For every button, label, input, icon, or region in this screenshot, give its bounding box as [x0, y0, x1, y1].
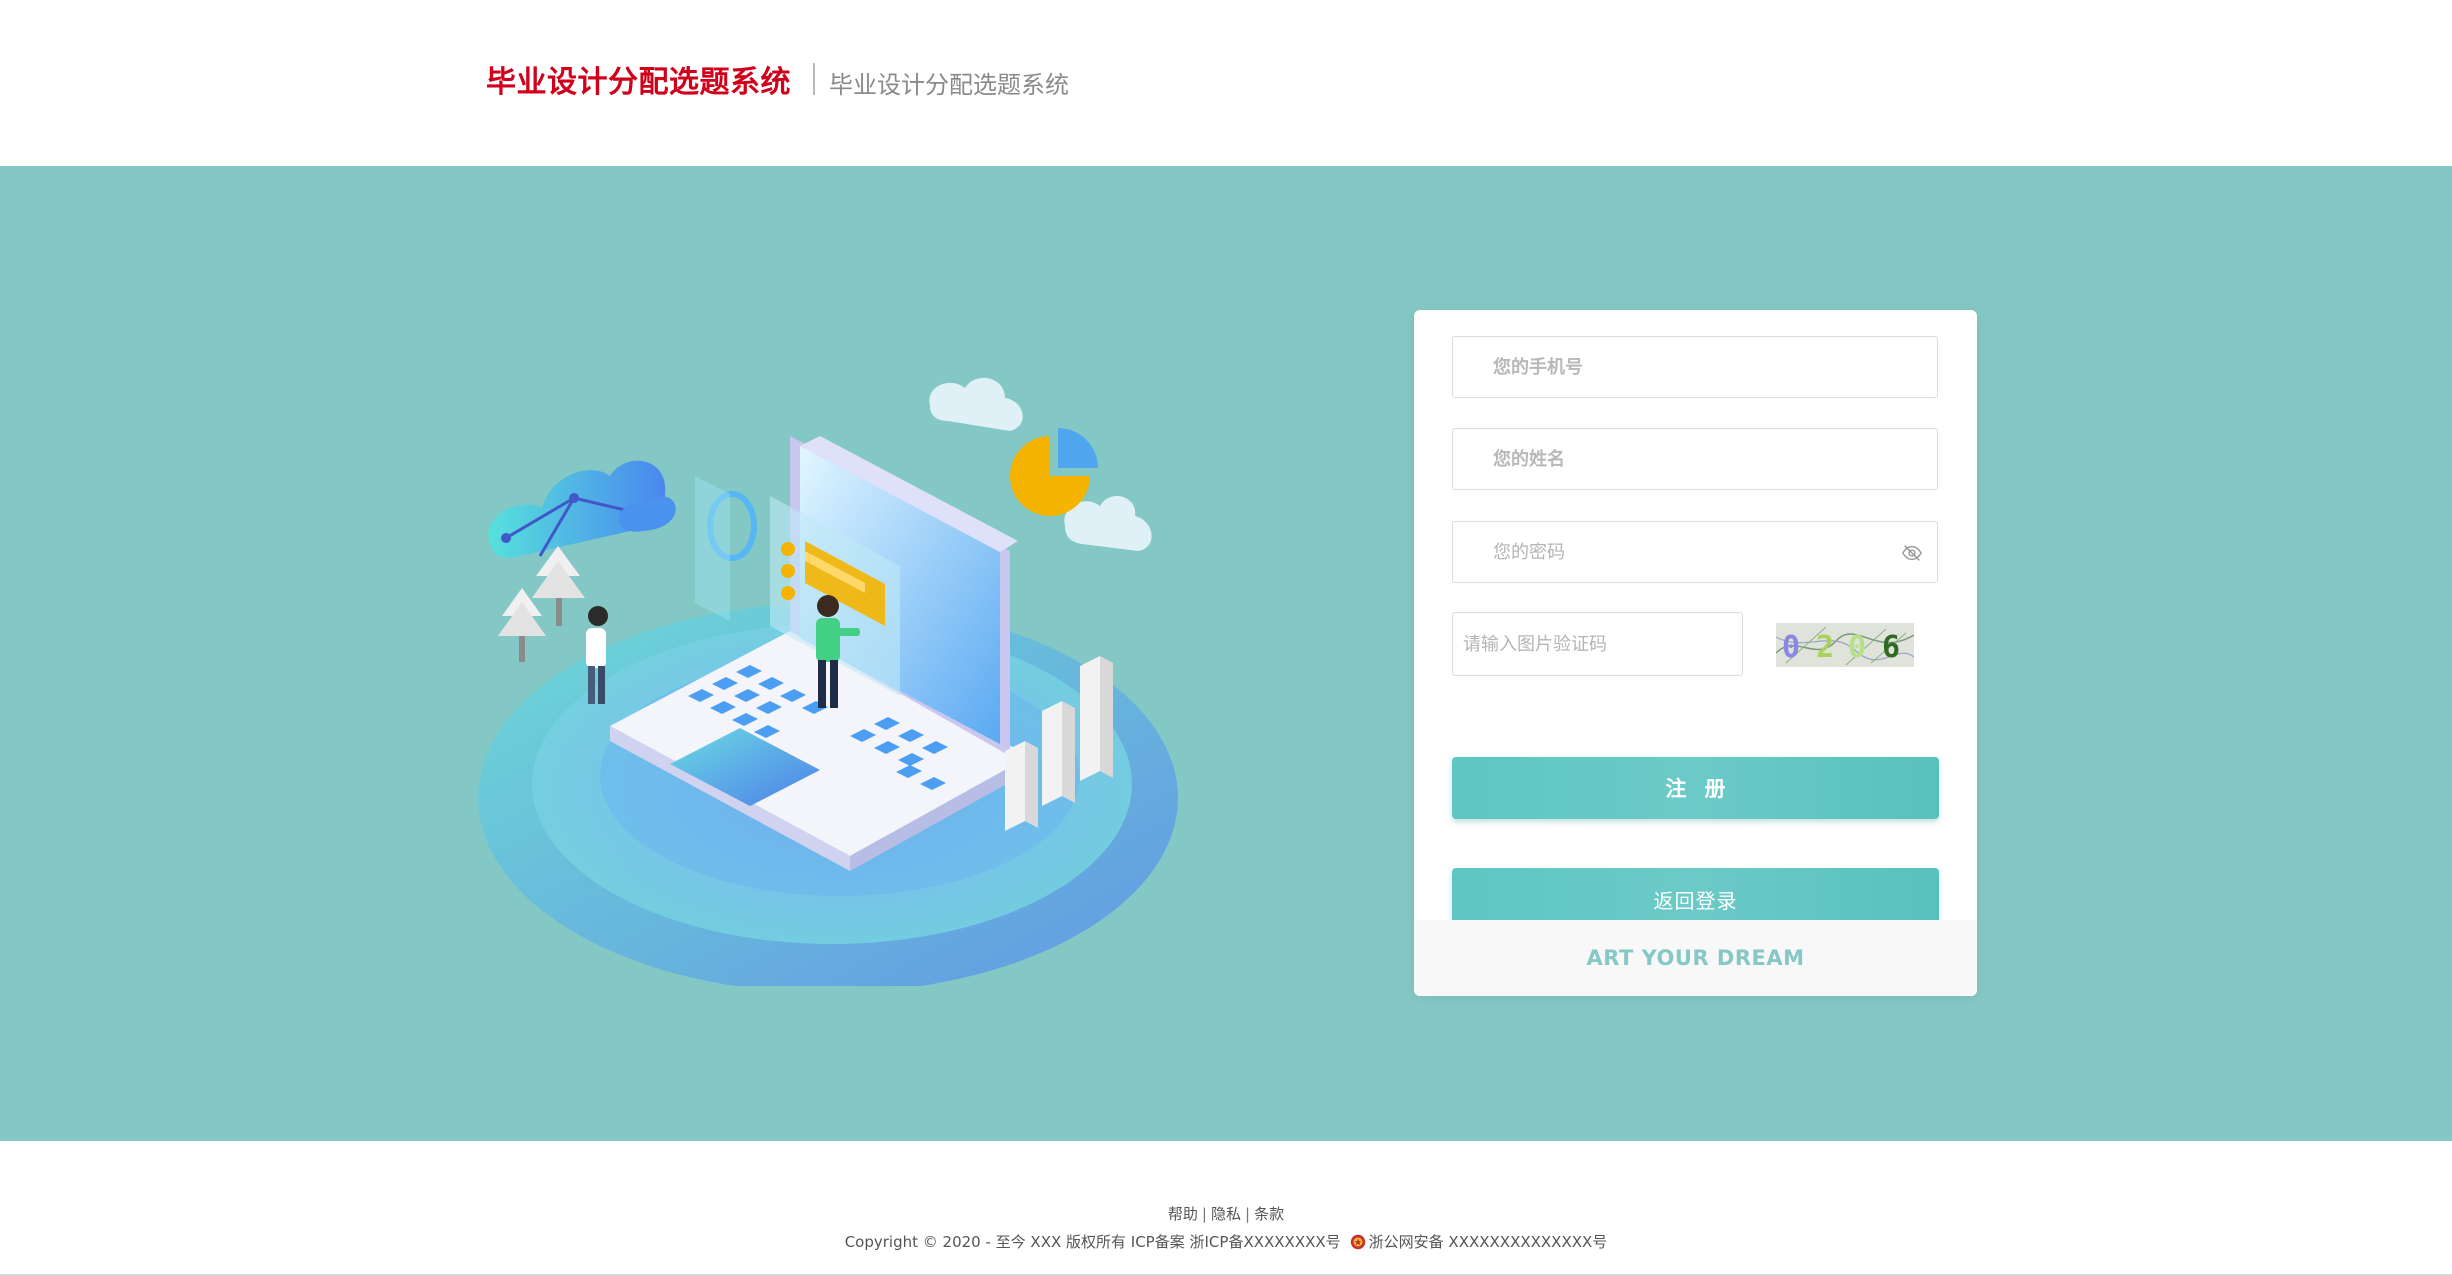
- eye-hidden-icon[interactable]: [1901, 542, 1923, 564]
- captcha-char-3: 0: [1848, 630, 1866, 665]
- footer-links: 帮助 | 隐私 | 条款: [0, 1203, 2452, 1224]
- police-badge-icon: [1350, 1234, 1365, 1249]
- link-separator: |: [1245, 1205, 1251, 1223]
- link-separator: |: [1201, 1205, 1207, 1223]
- captcha-char-1: 0: [1782, 630, 1800, 665]
- password-input[interactable]: [1453, 522, 1937, 582]
- captcha-input[interactable]: [1453, 613, 1742, 675]
- captcha-char-4: 6: [1882, 630, 1900, 665]
- password-field[interactable]: [1452, 521, 1938, 583]
- hero-illustration: [478, 377, 1178, 986]
- register-card: 0 2 0 6 注册 返回登录 ART YOUR DREAM: [1414, 310, 1977, 996]
- captcha-image[interactable]: 0 2 0 6: [1776, 623, 1914, 667]
- phone-input[interactable]: [1453, 337, 1937, 397]
- name-field[interactable]: [1452, 428, 1938, 490]
- captcha-field[interactable]: [1452, 612, 1743, 676]
- logo[interactable]: 毕业设计分配选题系统 毕业设计分配选题系统: [486, 56, 1069, 102]
- privacy-link[interactable]: 隐私: [1211, 1205, 1241, 1223]
- logo-divider: [813, 63, 815, 95]
- police-record-text: 浙公网安备 XXXXXXXXXXXXXX号: [1368, 1233, 1608, 1251]
- site-title: 毕业设计分配选题系统: [486, 65, 791, 100]
- site-subtitle: 毕业设计分配选题系统: [829, 70, 1069, 99]
- page-footer: 帮助 | 隐私 | 条款 Copyright © 2020 - 至今 XXX 版权所有 …: [0, 1141, 2452, 1276]
- copyright-text: Copyright © 2020 - 至今 XXX 版权所有 ICP备案 浙IC…: [844, 1233, 1341, 1251]
- terms-link[interactable]: 条款: [1254, 1205, 1284, 1223]
- name-input[interactable]: [1453, 429, 1937, 489]
- card-footer: ART YOUR DREAM: [1414, 920, 1977, 996]
- page-header: 毕业设计分配选题系统 毕业设计分配选题系统: [0, 0, 2452, 166]
- phone-field[interactable]: [1452, 336, 1938, 398]
- help-link[interactable]: 帮助: [1168, 1205, 1198, 1223]
- footer-copyright: Copyright © 2020 - 至今 XXX 版权所有 ICP备案 浙IC…: [0, 1231, 2452, 1252]
- register-button[interactable]: 注册: [1452, 757, 1939, 819]
- captcha-char-2: 2: [1816, 630, 1834, 665]
- slogan: ART YOUR DREAM: [1586, 946, 1805, 970]
- main-banner: 0 2 0 6 注册 返回登录 ART YOUR DREAM: [0, 166, 2452, 1141]
